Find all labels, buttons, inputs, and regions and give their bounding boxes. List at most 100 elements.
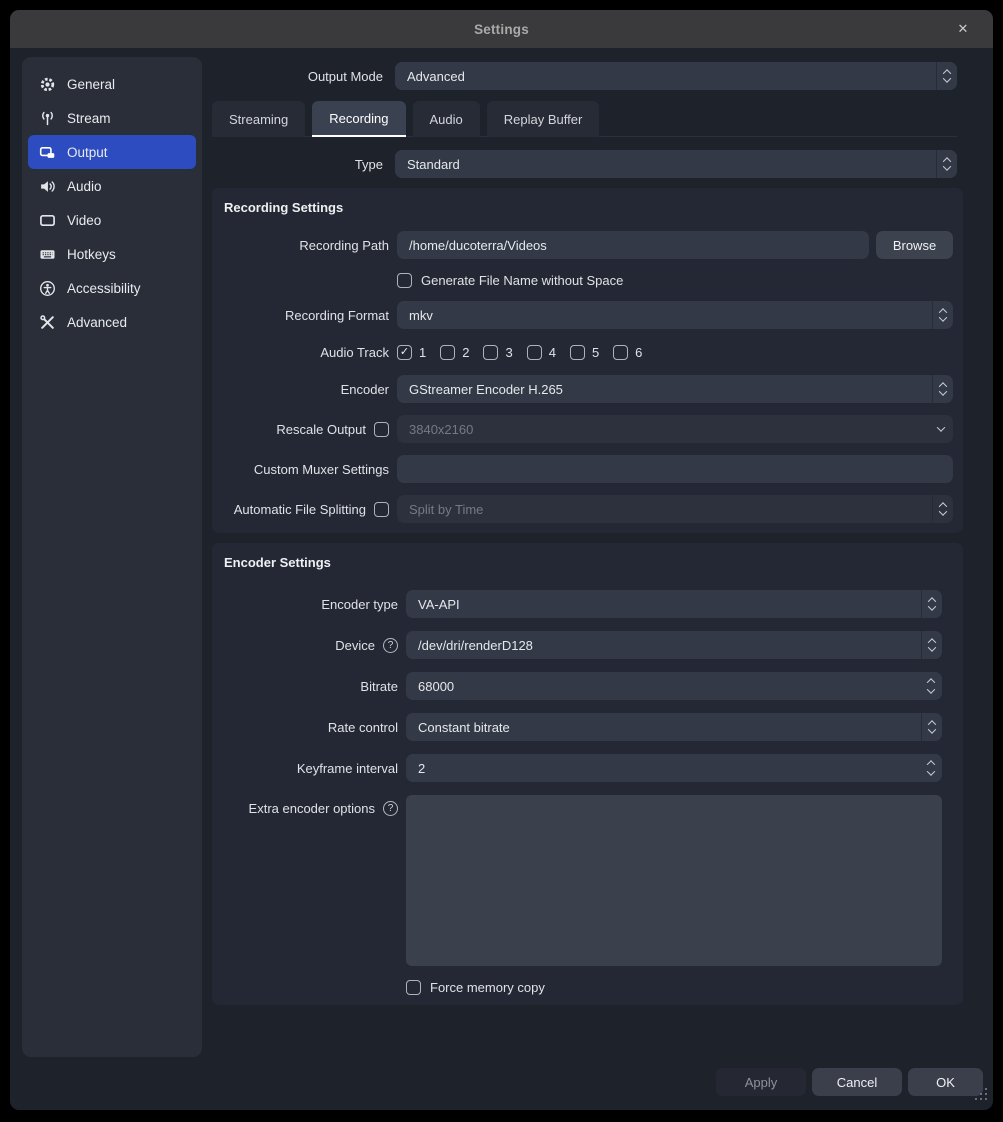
checkbox-unchecked-icon[interactable] — [613, 345, 628, 360]
sidebar-item-general[interactable]: General — [28, 67, 196, 101]
tab-recording[interactable]: Recording — [312, 101, 405, 137]
encoder-settings-group: Encoder Settings Encoder type VA-API Dev… — [212, 543, 963, 1005]
sidebar-item-label: Audio — [67, 179, 102, 194]
recording-format-label: Recording Format — [223, 308, 389, 323]
spinbox-arrows-icon[interactable] — [928, 672, 934, 700]
checkbox-unchecked-icon[interactable] — [570, 345, 585, 360]
sidebar-item-stream[interactable]: Stream — [28, 101, 196, 135]
output-mode-select[interactable]: Advanced — [395, 62, 957, 90]
auto-file-splitting-value: Split by Time — [397, 502, 932, 517]
auto-file-splitting-checkbox[interactable] — [374, 502, 389, 517]
encoder-select[interactable]: GStreamer Encoder H.265 — [397, 375, 953, 403]
sidebar-item-advanced[interactable]: Advanced — [28, 305, 196, 339]
device-select[interactable]: /dev/dri/renderD128 — [406, 631, 942, 659]
combo-spinner-icon[interactable] — [932, 375, 953, 403]
cancel-button[interactable]: Cancel — [812, 1068, 902, 1096]
encoder-row: Encoder GStreamer Encoder H.265 — [223, 375, 953, 403]
keyframe-interval-spinbox[interactable]: 2 — [406, 754, 942, 782]
recording-settings-group: Recording Settings Recording Path Browse… — [212, 188, 963, 533]
device-row: Device ? /dev/dri/renderD128 — [223, 631, 953, 659]
rate-control-select[interactable]: Constant bitrate — [406, 713, 942, 741]
bitrate-spinbox[interactable]: 68000 — [406, 672, 942, 700]
audio-track-2[interactable]: 2 — [440, 345, 469, 360]
recording-settings-title: Recording Settings — [223, 200, 953, 215]
combo-spinner-icon[interactable] — [932, 301, 953, 329]
encoder-type-value: VA-API — [406, 597, 921, 612]
tab-streaming[interactable]: Streaming — [212, 101, 305, 137]
encoder-label: Encoder — [223, 382, 389, 397]
combo-spinner-icon — [932, 495, 953, 523]
bitrate-value: 68000 — [406, 679, 942, 694]
checkbox-unchecked-icon[interactable] — [406, 980, 421, 995]
combo-spinner-icon[interactable] — [921, 590, 942, 618]
recording-path-input[interactable] — [397, 231, 869, 259]
sidebar-item-audio[interactable]: Audio — [28, 169, 196, 203]
rescale-output-label: Rescale Output — [276, 422, 366, 437]
audio-track-6[interactable]: 6 — [613, 345, 642, 360]
checkbox-unchecked-icon[interactable] — [527, 345, 542, 360]
generate-no-space-checkbox-row[interactable]: Generate File Name without Space — [397, 273, 953, 288]
extra-encoder-options-row: Extra encoder options ? — [223, 795, 953, 966]
sidebar-item-label: General — [67, 77, 115, 92]
recording-format-select[interactable]: mkv — [397, 301, 953, 329]
output-tabs: Streaming Recording Audio Replay Buffer — [212, 101, 957, 137]
track-label: 3 — [505, 345, 512, 360]
combo-spinner-icon[interactable] — [936, 150, 957, 178]
audio-track-row: Audio Track ✓1 2 3 4 5 6 — [223, 341, 953, 363]
tab-label: Audio — [430, 112, 463, 127]
auto-file-splitting-select: Split by Time — [397, 495, 953, 523]
type-select[interactable]: Standard — [395, 150, 957, 178]
bitrate-row: Bitrate 68000 — [223, 672, 953, 700]
audio-track-3[interactable]: 3 — [483, 345, 512, 360]
generate-no-space-row: Generate File Name without Space — [223, 271, 953, 289]
output-mode-label: Output Mode — [212, 69, 383, 84]
encoder-type-select[interactable]: VA-API — [406, 590, 942, 618]
dialog-footer: Apply Cancel OK — [716, 1068, 983, 1096]
close-icon[interactable]: ✕ — [949, 10, 977, 48]
monitor-icon — [38, 211, 56, 229]
tab-replay-buffer[interactable]: Replay Buffer — [487, 101, 600, 137]
recording-format-value: mkv — [397, 308, 932, 323]
audio-track-label: Audio Track — [223, 345, 389, 360]
spinbox-arrows-icon[interactable] — [928, 754, 934, 782]
combo-spinner-icon[interactable] — [936, 62, 957, 90]
browse-button[interactable]: Browse — [876, 231, 953, 259]
combo-spinner-icon[interactable] — [921, 631, 942, 659]
settings-sidebar: General Stream Output Audio Video — [22, 57, 202, 1057]
resize-grip[interactable] — [975, 1088, 988, 1106]
tab-audio[interactable]: Audio — [413, 101, 480, 137]
sidebar-item-label: Hotkeys — [67, 247, 116, 262]
type-label: Type — [212, 157, 383, 172]
apply-button[interactable]: Apply — [716, 1068, 806, 1096]
sidebar-item-hotkeys[interactable]: Hotkeys — [28, 237, 196, 271]
sidebar-item-accessibility[interactable]: Accessibility — [28, 271, 196, 305]
rescale-output-value: 3840x2160 — [397, 422, 929, 437]
sidebar-item-output[interactable]: Output — [28, 135, 196, 169]
checkbox-unchecked-icon[interactable] — [397, 273, 412, 288]
checkbox-unchecked-icon[interactable] — [440, 345, 455, 360]
extra-encoder-options-input[interactable] — [406, 795, 942, 966]
tab-label: Streaming — [229, 112, 288, 127]
titlebar[interactable]: Settings ✕ — [10, 10, 993, 48]
checkbox-unchecked-icon[interactable] — [483, 345, 498, 360]
sidebar-item-label: Video — [67, 213, 101, 228]
audio-track-5[interactable]: 5 — [570, 345, 599, 360]
generate-no-space-label: Generate File Name without Space — [421, 273, 623, 288]
recording-format-row: Recording Format mkv — [223, 301, 953, 329]
sidebar-item-video[interactable]: Video — [28, 203, 196, 237]
type-row: Type Standard — [212, 150, 957, 178]
custom-muxer-input[interactable] — [397, 455, 953, 483]
audio-track-4[interactable]: 4 — [527, 345, 556, 360]
output-mode-value: Advanced — [395, 69, 936, 84]
speaker-icon — [38, 177, 56, 195]
combo-spinner-icon[interactable] — [921, 713, 942, 741]
keyframe-interval-label: Keyframe interval — [223, 761, 398, 776]
audio-track-1[interactable]: ✓1 — [397, 345, 426, 360]
ok-button[interactable]: OK — [908, 1068, 983, 1096]
rescale-output-checkbox[interactable] — [374, 422, 389, 437]
checkbox-checked-icon[interactable]: ✓ — [397, 345, 412, 360]
tab-label: Recording — [329, 111, 388, 126]
help-icon: ? — [383, 801, 398, 816]
force-memory-copy-checkbox-row[interactable]: Force memory copy — [406, 980, 953, 995]
sidebar-item-label: Advanced — [67, 315, 127, 330]
